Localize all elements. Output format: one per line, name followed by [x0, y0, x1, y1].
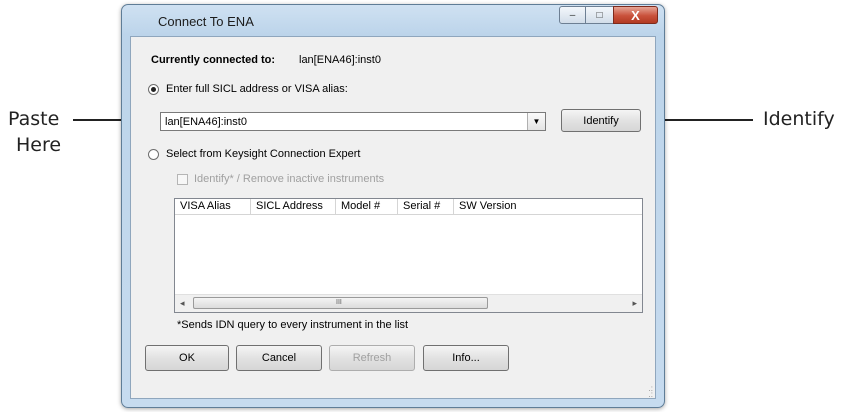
- identify-remove-label: Identify* / Remove inactive instruments: [194, 173, 385, 185]
- column-sw-version[interactable]: SW Version: [454, 199, 642, 215]
- ok-button[interactable]: OK: [145, 345, 229, 371]
- column-sicl-address[interactable]: SICL Address: [251, 199, 336, 215]
- expert-radio[interactable]: [148, 149, 159, 160]
- maximize-button[interactable]: □: [586, 6, 613, 24]
- minimize-icon: –: [569, 9, 576, 21]
- callout-paste-here-line2: Here: [16, 134, 62, 156]
- horizontal-scrollbar[interactable]: ◂ III ▸: [175, 294, 642, 312]
- list-header: VISA Alias SICL Address Model # Serial #…: [175, 199, 642, 216]
- minimize-button[interactable]: –: [559, 6, 586, 24]
- callout-paste-here-line1: Paste: [8, 108, 60, 130]
- identify-remove-checkbox[interactable]: [177, 174, 188, 185]
- expert-option-label: Select from Keysight Connection Expert: [166, 148, 361, 160]
- info-button[interactable]: Info...: [423, 345, 509, 371]
- connected-value: lan[ENA46]:inst0: [299, 54, 381, 66]
- address-input[interactable]: lan[ENA46]:inst0: [165, 116, 247, 128]
- address-combobox[interactable]: lan[ENA46]:inst0 ▼: [160, 112, 546, 131]
- connected-label: Currently connected to:: [151, 54, 276, 66]
- close-button[interactable]: X: [613, 6, 658, 24]
- dialog-client-area: Currently connected to: lan[ENA46]:inst0…: [130, 36, 656, 399]
- idn-footnote: *Sends IDN query to every instrument in …: [177, 319, 409, 331]
- column-model[interactable]: Model #: [336, 199, 398, 215]
- refresh-button[interactable]: Refresh: [329, 345, 415, 371]
- connect-dialog-window: Connect To ENA – □ X Currently connected…: [121, 4, 665, 408]
- scroll-thumb[interactable]: III: [193, 297, 488, 309]
- cancel-button[interactable]: Cancel: [236, 345, 322, 371]
- window-controls: – □ X: [559, 6, 658, 24]
- scroll-right-icon[interactable]: ▸: [632, 298, 637, 309]
- scroll-left-icon[interactable]: ◂: [180, 298, 185, 309]
- title-bar[interactable]: Connect To ENA – □ X: [122, 5, 664, 35]
- callout-right-line: [656, 119, 753, 121]
- resize-grip-icon[interactable]: .:.:: [643, 385, 653, 399]
- window-title: Connect To ENA: [158, 14, 254, 29]
- maximize-icon: □: [596, 9, 603, 21]
- dropdown-arrow-icon[interactable]: ▼: [527, 113, 545, 130]
- instrument-list[interactable]: VISA Alias SICL Address Model # Serial #…: [174, 198, 643, 313]
- close-icon: X: [631, 7, 640, 23]
- column-visa-alias[interactable]: VISA Alias: [175, 199, 251, 215]
- callout-identify: Identify: [763, 108, 835, 130]
- column-serial[interactable]: Serial #: [398, 199, 454, 215]
- sicl-option-label: Enter full SICL address or VISA alias:: [166, 83, 348, 95]
- identify-button[interactable]: Identify: [561, 109, 641, 132]
- scroll-grip: III: [336, 299, 342, 306]
- sicl-radio[interactable]: [148, 84, 159, 95]
